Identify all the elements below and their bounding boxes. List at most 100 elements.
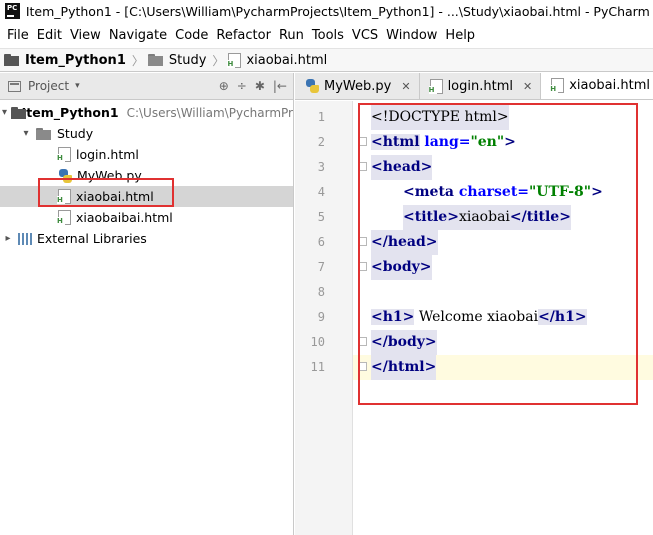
folder-icon (11, 106, 25, 119)
line-number: 6 (317, 235, 325, 249)
tree-root-path: C:\Users\William\PycharmPr (126, 105, 293, 120)
tree-file-label: login.html (76, 147, 139, 162)
locate-icon[interactable]: ⊕ (219, 79, 229, 93)
code-line: 5 <title>xiaobai</title> (318, 205, 653, 230)
html-file-icon: H (57, 189, 71, 204)
fold-marker-icon[interactable] (358, 237, 367, 246)
line-number: 5 (317, 210, 325, 224)
project-view-selector[interactable]: Project ▾ (8, 79, 80, 93)
code-attr: lang= (419, 134, 471, 150)
folder-icon (147, 54, 164, 66)
menu-tools[interactable]: Tools (308, 28, 348, 43)
tree-item-myweb[interactable]: MyWeb.py (0, 165, 293, 186)
close-icon[interactable]: ✕ (523, 80, 532, 93)
tree-item-root[interactable]: ▾ Item_Python1 C:\Users\William\PycharmP… (0, 102, 293, 123)
tree-file-label: xiaobaibai.html (76, 210, 173, 225)
code-tag: </title> (509, 209, 571, 225)
chevron-right-icon: 〉 (212, 53, 225, 68)
tab-myweb[interactable]: MyWeb.py ✕ (295, 73, 420, 99)
tree-item-study[interactable]: ▾ Study (0, 123, 293, 144)
hide-panel-icon[interactable]: |← (273, 79, 287, 93)
chevron-down-icon[interactable]: ▾ (2, 107, 7, 118)
menu-window[interactable]: Window (382, 28, 441, 43)
tree-file-label: xiaobai.html (76, 189, 154, 204)
code-line: 6 </head> (318, 230, 653, 255)
project-panel-tools: ⊕ ÷ ✱ |← (211, 79, 293, 93)
code-line: 10 </body> (311, 330, 653, 355)
tree-file-label: MyWeb.py (77, 168, 142, 183)
menu-code[interactable]: Code (171, 28, 212, 43)
menu-edit[interactable]: Edit (33, 28, 66, 43)
breadcrumb-folder[interactable]: Study (147, 53, 206, 68)
code-plain: xiaobai (458, 209, 510, 225)
collapse-all-icon[interactable]: ÷ (237, 79, 247, 93)
code-tag: <h1> (371, 309, 415, 325)
html-file-icon: H (57, 147, 71, 162)
menu-help[interactable]: Help (441, 28, 479, 43)
code-text: <html lang="en"> (371, 130, 516, 155)
tree-item-login[interactable]: H login.html (0, 144, 293, 165)
code-attr: charset= (454, 184, 530, 200)
chevron-down-icon: ▾ (75, 81, 80, 91)
library-icon (18, 232, 32, 245)
fold-marker-icon[interactable] (358, 162, 367, 171)
tab-label: xiaobai.html (569, 77, 651, 93)
line-number: 2 (317, 135, 325, 149)
pycharm-logo-icon: PC (5, 3, 20, 19)
project-panel-header: Project ▾ ⊕ ÷ ✱ |← (0, 73, 293, 100)
folder-icon (36, 127, 52, 140)
fold-marker-icon[interactable] (358, 362, 367, 371)
chevron-right-icon[interactable]: ▸ (2, 233, 14, 244)
code-editor[interactable]: 1 <!DOCTYPE html> 2 <html lang="en"> 3 <… (311, 101, 653, 535)
menu-navigate[interactable]: Navigate (105, 28, 171, 43)
line-number: 7 (317, 260, 325, 274)
breadcrumb-project[interactable]: Item_Python1 (4, 53, 126, 68)
code-line: 7 <body> (318, 255, 653, 280)
fold-marker-icon[interactable] (358, 337, 367, 346)
tab-login[interactable]: H login.html ✕ (420, 73, 542, 99)
tree-item-xiaobaibai[interactable]: H xiaobaibai.html (0, 207, 293, 228)
project-panel: Project ▾ ⊕ ÷ ✱ |← ▾ Item_Python1 C:\Use… (0, 73, 294, 535)
project-panel-title: Project (28, 79, 70, 93)
code-line: 9 <h1> Welcome xiaobai</h1> (318, 305, 653, 330)
line-number: 9 (317, 310, 325, 324)
tab-label: MyWeb.py (324, 78, 392, 94)
code-line: 1 <!DOCTYPE html> (318, 105, 653, 130)
code-text: <meta charset="UTF-8"> (403, 180, 603, 205)
menu-view[interactable]: View (66, 28, 105, 43)
breadcrumb-project-label: Item_Python1 (25, 52, 126, 68)
editor-tabs: MyWeb.py ✕ H login.html ✕ H xiaobai.html… (295, 73, 653, 100)
code-line: 4 <meta charset="UTF-8"> (318, 180, 653, 205)
line-number: 3 (317, 160, 325, 174)
gear-icon[interactable]: ✱ (255, 79, 265, 93)
code-tag: <body> (371, 255, 432, 280)
html-file-icon: H (550, 77, 565, 93)
code-text: <title>xiaobai</title> (403, 205, 571, 230)
tree-item-xiaobai[interactable]: H xiaobai.html (0, 186, 293, 207)
line-number: 8 (317, 285, 325, 299)
tree-root-label: Item_Python1 (21, 105, 119, 120)
code-tag: > (591, 184, 603, 200)
menu-refactor[interactable]: Refactor (212, 28, 275, 43)
tree-item-external-libraries[interactable]: ▸ External Libraries (0, 228, 293, 249)
code-tag: <meta (403, 184, 454, 200)
breadcrumb-file[interactable]: H xiaobai.html (227, 52, 327, 68)
tab-xiaobai[interactable]: H xiaobai.html ✕ (541, 73, 653, 99)
code-tag: </head> (371, 230, 438, 255)
code-tag: > (504, 134, 516, 150)
tab-label: login.html (447, 78, 513, 94)
html-file-icon: H (227, 52, 242, 68)
fold-marker-icon[interactable] (358, 137, 367, 146)
menu-run[interactable]: Run (275, 28, 308, 43)
project-tree: ▾ Item_Python1 C:\Users\William\PycharmP… (0, 100, 293, 249)
code-plain: Welcome xiaobai (414, 309, 539, 325)
menu-vcs[interactable]: VCS (348, 28, 382, 43)
tree-libraries-label: External Libraries (37, 231, 147, 246)
code-text: <!DOCTYPE html> (371, 105, 509, 130)
breadcrumb: Item_Python1 〉 Study 〉 H xiaobai.html (0, 48, 653, 72)
menu-file[interactable]: File (3, 28, 33, 43)
fold-marker-icon[interactable] (358, 262, 367, 271)
close-icon[interactable]: ✕ (401, 80, 410, 93)
title-bar: PC Item_Python1 - [C:\Users\William\Pych… (0, 0, 653, 22)
chevron-down-icon[interactable]: ▾ (20, 128, 32, 139)
